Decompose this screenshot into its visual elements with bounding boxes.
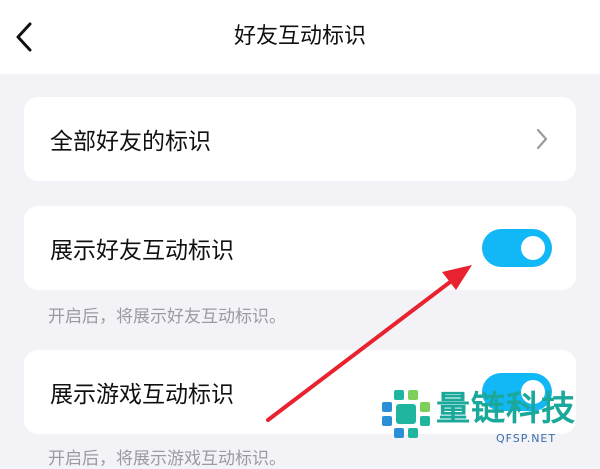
show-friend-markers-row: 展示好友互动标识 bbox=[24, 206, 576, 290]
page-title: 好友互动标识 bbox=[233, 24, 366, 49]
show-friend-markers-label: 展示好友互动标识 bbox=[50, 238, 234, 264]
chevron-right-icon bbox=[536, 128, 548, 150]
show-friend-markers-hint: 开启后，将展示好友互动标识。 bbox=[48, 307, 286, 327]
show-game-markers-hint: 开启后，将展示游戏互动标识。 bbox=[48, 449, 286, 469]
watermark-subtext: QFSP.NET bbox=[496, 432, 557, 445]
all-friends-markers-label: 全部好友的标识 bbox=[50, 129, 211, 155]
watermark-logo-icon bbox=[382, 390, 430, 438]
show-game-markers-label: 展示游戏互动标识 bbox=[50, 382, 234, 408]
all-friends-markers-row[interactable]: 全部好友的标识 bbox=[24, 97, 576, 181]
show-friend-markers-toggle[interactable] bbox=[482, 229, 552, 267]
navigation-bar: 好友互动标识 bbox=[0, 0, 600, 74]
watermark-text: 量链科技 bbox=[436, 389, 576, 429]
toggle-knob bbox=[521, 236, 545, 260]
